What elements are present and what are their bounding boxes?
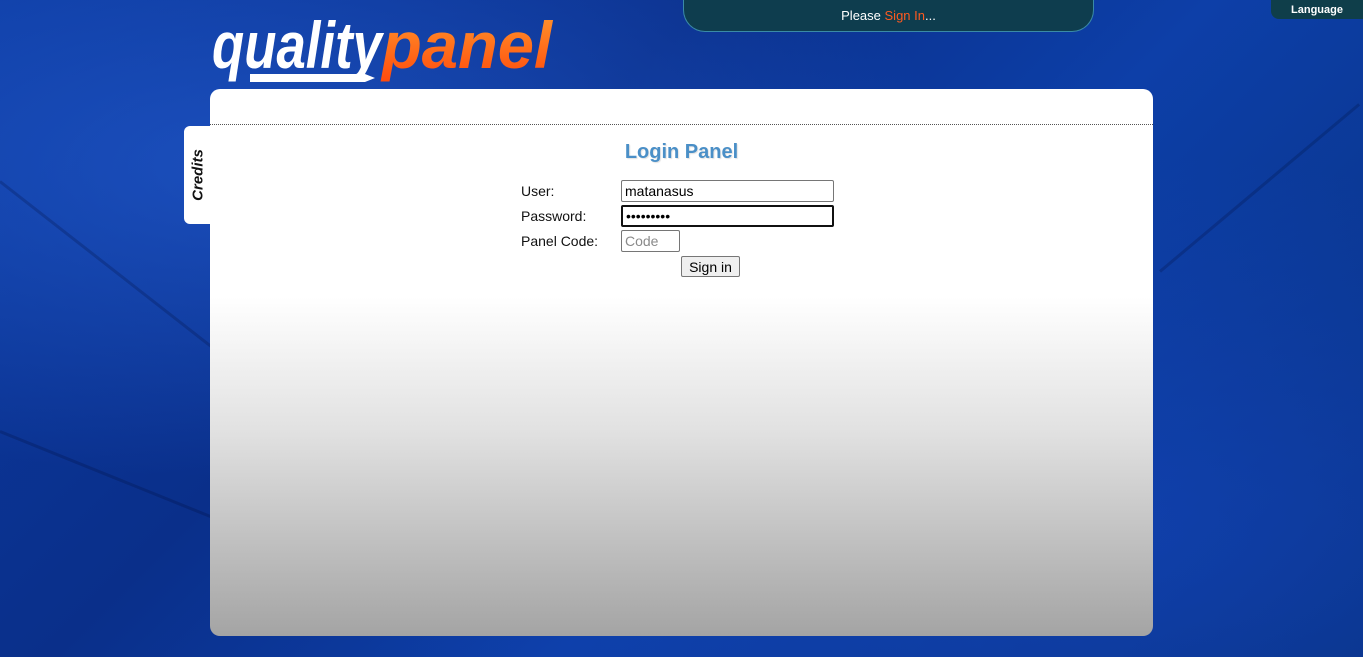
panel-code-label: Panel Code: xyxy=(521,233,599,249)
language-button[interactable]: Language xyxy=(1271,0,1363,19)
logo-swoosh xyxy=(250,74,375,82)
logo-word-quality: quality xyxy=(212,8,385,82)
status-suffix: ... xyxy=(925,8,936,23)
background-crease xyxy=(1159,103,1361,273)
logo-word-panel: panel xyxy=(380,8,554,82)
status-bar: Please Sign In... xyxy=(683,0,1094,32)
credits-tab[interactable]: Credits xyxy=(184,126,212,224)
qualitypanel-logo: quality panel xyxy=(210,4,555,86)
credits-tab-label: Credits xyxy=(189,149,207,201)
status-prefix: Please xyxy=(841,8,885,23)
dotted-divider xyxy=(210,124,1153,125)
page-title: Login Panel xyxy=(624,141,739,163)
logo-graphic: quality panel xyxy=(212,8,554,82)
password-label: Password: xyxy=(521,208,587,224)
sign-in-link[interactable]: Sign In xyxy=(885,8,925,23)
panel-code-input[interactable] xyxy=(621,230,680,252)
sign-in-button[interactable]: Sign in xyxy=(681,256,740,277)
password-input[interactable] xyxy=(621,205,834,227)
user-label: User: xyxy=(521,183,555,199)
login-panel: Login Panel User: Password: Panel Code: … xyxy=(210,89,1153,636)
user-input[interactable] xyxy=(621,180,834,202)
background-crease xyxy=(0,430,224,523)
